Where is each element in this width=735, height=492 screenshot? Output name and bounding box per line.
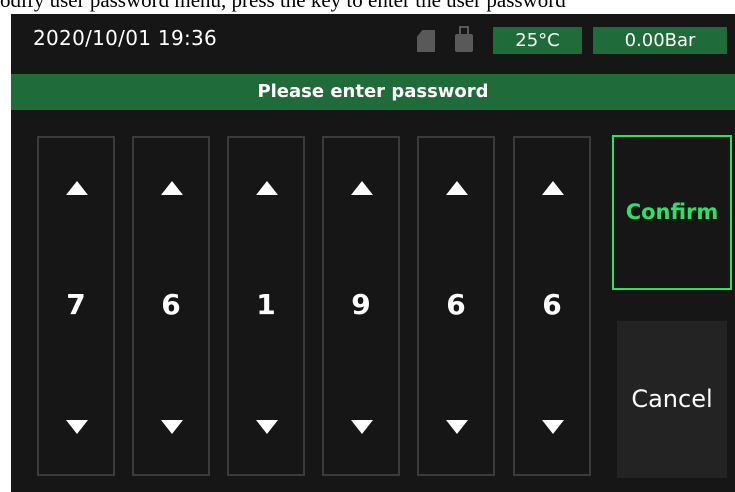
digit-value-4: 9 [351, 288, 371, 321]
document-caption: odify user password menu, press the key … [0, 0, 566, 12]
digit-value-2: 6 [161, 288, 181, 321]
digit-column-3: 1 [227, 136, 305, 476]
usb-drive-icon-body [455, 34, 473, 52]
digit-column-6: 6 [513, 136, 591, 476]
digit-column-5: 6 [417, 136, 495, 476]
digit-value-5: 6 [446, 288, 466, 321]
decrement-digit-4-icon[interactable] [351, 420, 373, 434]
digit-value-1: 7 [66, 288, 86, 321]
confirm-button[interactable]: Confirm [612, 135, 732, 290]
digit-column-1: 7 [37, 136, 115, 476]
digit-value-3: 1 [256, 288, 276, 321]
increment-digit-1-icon[interactable] [66, 181, 88, 195]
usb-drive-icon-head [459, 26, 469, 34]
increment-digit-2-icon[interactable] [161, 181, 183, 195]
usb-drive-icon [455, 26, 473, 52]
digit-column-2: 6 [132, 136, 210, 476]
device-screen: 2020/10/01 19:36 25°C 0.00Bar Please ent… [11, 14, 735, 492]
increment-digit-4-icon[interactable] [351, 181, 373, 195]
sd-card-icon [417, 30, 435, 52]
page-title: Please enter password [11, 74, 735, 110]
pressure-badge: 0.00Bar [593, 27, 727, 54]
digit-value-6: 6 [542, 288, 562, 321]
decrement-digit-6-icon[interactable] [542, 420, 564, 434]
decrement-digit-3-icon[interactable] [256, 420, 278, 434]
status-bar: 2020/10/01 19:36 25°C 0.00Bar [11, 14, 735, 66]
temperature-badge: 25°C [493, 27, 582, 54]
decrement-digit-5-icon[interactable] [446, 420, 468, 434]
decrement-digit-1-icon[interactable] [66, 420, 88, 434]
decrement-digit-2-icon[interactable] [161, 420, 183, 434]
increment-digit-3-icon[interactable] [256, 181, 278, 195]
digit-column-4: 9 [322, 136, 400, 476]
datetime-display: 2020/10/01 19:36 [33, 26, 218, 50]
increment-digit-6-icon[interactable] [542, 181, 564, 195]
cancel-button[interactable]: Cancel [617, 321, 727, 478]
increment-digit-5-icon[interactable] [446, 181, 468, 195]
